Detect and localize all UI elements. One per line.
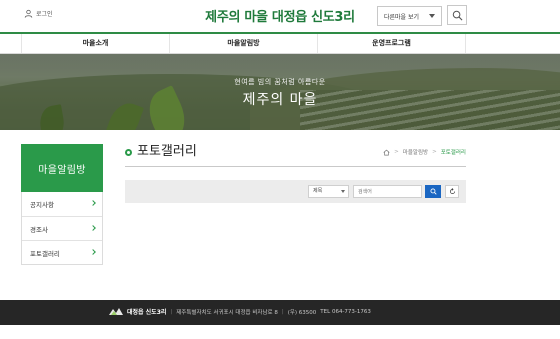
breadcrumb-separator: > xyxy=(394,149,399,155)
breadcrumb-separator: > xyxy=(432,149,437,155)
banner-title: 제주의 마을 xyxy=(242,92,318,108)
nav-item-village-intro[interactable]: 마을소개 xyxy=(22,34,170,53)
search-reset-button[interactable] xyxy=(445,185,459,198)
gallery-search-bar: 제목 xyxy=(125,180,466,203)
sidebar-item-notices[interactable]: 공지사항 xyxy=(22,192,102,216)
chevron-right-icon xyxy=(90,249,96,255)
footer-divider: | xyxy=(281,308,284,315)
sidebar-item-label: 포토갤러리 xyxy=(30,249,60,258)
hero-banner: 현여름 빔의 꿈처럼 아름다운 제주의 마을 xyxy=(0,54,560,130)
page-heading: 포토갤러리 > 마을알림방 > 포토갤러리 xyxy=(125,143,466,167)
search-submit-button[interactable] xyxy=(425,185,441,198)
footer-divider: | xyxy=(170,308,173,315)
breadcrumb-current: 포토갤러리 xyxy=(440,150,466,156)
sidebar-item-photo-gallery[interactable]: 포토갤러리 xyxy=(22,240,102,264)
caret-down-icon xyxy=(341,190,345,193)
refresh-icon xyxy=(449,188,455,194)
footer-zipcode: (우) 63500 xyxy=(287,309,317,316)
breadcrumb: > 마을알림방 > 포토갤러리 xyxy=(383,148,466,156)
sidebar-item-events[interactable]: 경조사 xyxy=(22,216,102,240)
site-footer: 대정읍 신도3리 | 제주특별자치도 서귀포시 대정읍 비자남로 8 | (우)… xyxy=(0,300,560,325)
nav-item-programs[interactable]: 운영프로그램 xyxy=(318,34,466,53)
sidebar-title: 마을알림방 xyxy=(21,144,103,192)
village-select-label: 다른마을 보기 xyxy=(384,13,420,21)
chevron-right-icon xyxy=(90,225,96,231)
footer-logo-text: 대정읍 신도3리 xyxy=(127,309,167,316)
sidebar-menu: 공지사항 경조사 포토갤러리 xyxy=(21,192,103,265)
main-nav: 마을소개 마을알림방 운영프로그램 xyxy=(0,32,560,54)
village-logo-icon xyxy=(109,308,123,315)
village-select[interactable]: 다른마을 보기 xyxy=(377,6,442,26)
bullet-icon xyxy=(125,149,132,156)
nav-item-notice-board[interactable]: 마을알림방 xyxy=(170,34,318,53)
page-title: 포토갤러리 xyxy=(137,144,197,159)
header-search-button[interactable] xyxy=(447,5,467,25)
site-header: 로그인 제주의 마을 대정읍 신도3리 다른마을 보기 xyxy=(0,0,560,32)
sidebar-item-label: 공지사항 xyxy=(30,201,54,209)
site-title[interactable]: 제주의 마을 대정읍 신도3리 xyxy=(0,6,560,25)
sidebar-item-label: 경조사 xyxy=(30,225,48,234)
chevron-right-icon xyxy=(90,200,96,206)
search-icon xyxy=(429,188,437,195)
footer-logo: 대정읍 신도3리 xyxy=(108,307,166,316)
search-icon xyxy=(452,10,462,20)
caret-down-icon xyxy=(429,14,435,18)
breadcrumb-item[interactable]: 마을알림방 xyxy=(403,148,428,156)
footer-address: 제주특별자치도 서귀포시 대정읍 비자남로 8 xyxy=(176,309,278,316)
home-icon[interactable] xyxy=(383,149,390,156)
search-field-value: 제목 xyxy=(313,188,323,194)
search-field-select[interactable]: 제목 xyxy=(308,185,349,198)
footer-tel: TEL 064-773-1763 xyxy=(320,308,371,315)
search-keyword-input[interactable] xyxy=(353,185,422,198)
banner-subtitle: 현여름 빔의 꿈처럼 아름다운 xyxy=(234,78,326,86)
